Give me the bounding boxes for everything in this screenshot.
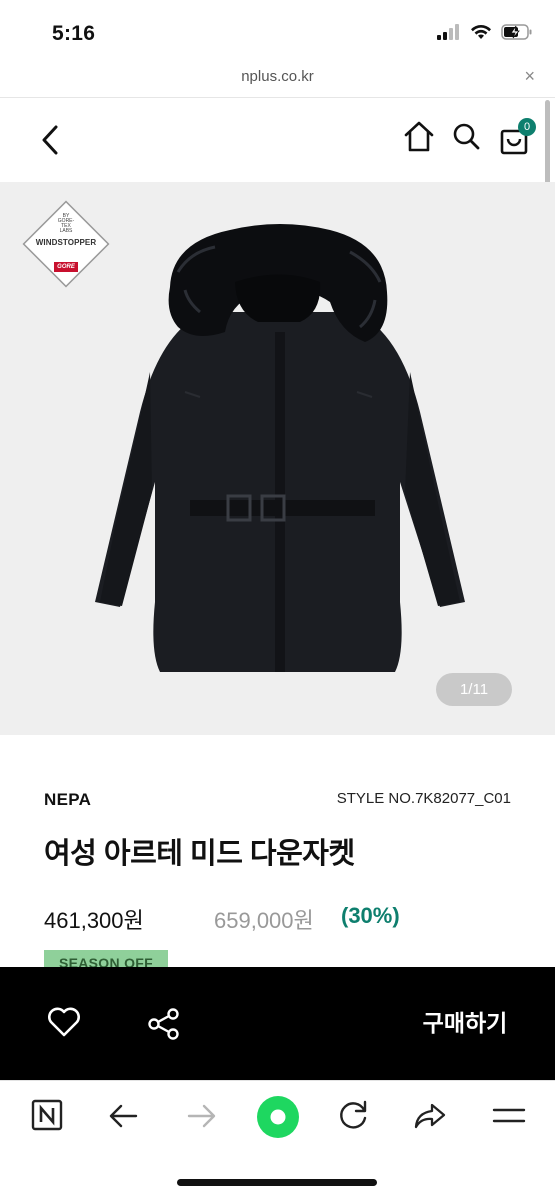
url-bar[interactable]: nplus.co.kr ×: [0, 58, 555, 98]
discount-rate: (30%): [341, 903, 400, 928]
home-button[interactable]: [403, 120, 435, 154]
image-counter: 1/11: [436, 673, 512, 706]
original-price: 659,000원: [214, 908, 314, 933]
sale-price: 461,300원: [44, 908, 144, 933]
search-button[interactable]: [451, 121, 481, 153]
home-indicator: [177, 1179, 377, 1186]
battery-charging-icon: [501, 24, 532, 40]
refresh-button[interactable]: [333, 1096, 373, 1136]
style-number: STYLE NO.7K82077_C01: [336, 790, 511, 807]
cellular-signal-icon: [437, 24, 459, 40]
share-icon: [148, 1008, 179, 1040]
brand-name[interactable]: NEPA: [44, 790, 91, 810]
product-image-carousel[interactable]: BY GORE-TEX LABS WINDSTOPPER GORE 1/11: [0, 182, 555, 735]
n-tabs-icon: [31, 1099, 63, 1131]
menu-icon: [492, 1108, 526, 1123]
gore-logo: GORE: [54, 262, 78, 272]
browser-green-button[interactable]: [255, 1094, 301, 1140]
forward-arrow-icon: [187, 1104, 216, 1128]
browser-share-button[interactable]: [410, 1096, 450, 1136]
cart-button[interactable]: 0: [498, 118, 538, 156]
green-dot-icon: [257, 1096, 299, 1138]
url-text[interactable]: nplus.co.kr: [0, 68, 555, 85]
share-button[interactable]: [146, 1007, 182, 1041]
chevron-left-icon: [42, 125, 58, 155]
refresh-icon: [340, 1100, 367, 1129]
badge-by-text: BY GORE-TEX LABS: [57, 213, 75, 234]
menu-button[interactable]: [489, 1096, 529, 1136]
home-icon: [404, 121, 434, 152]
back-button[interactable]: [36, 120, 66, 160]
buy-button[interactable]: 구매하기: [400, 1000, 530, 1046]
cart-count-badge: 0: [518, 118, 536, 136]
site-header: 0: [0, 98, 555, 182]
wifi-icon: [471, 24, 491, 39]
heart-icon: [48, 1007, 80, 1037]
close-icon[interactable]: ×: [524, 66, 535, 86]
status-time: 5:16: [52, 22, 96, 45]
browser-forward-button[interactable]: [181, 1096, 221, 1136]
status-icons: [437, 24, 533, 40]
badge-label: WINDSTOPPER: [35, 238, 97, 247]
browser-back-button[interactable]: [104, 1096, 144, 1136]
share-arrow-icon: [414, 1103, 446, 1129]
product-title: 여성 아르테 미드 다운자켓: [44, 838, 355, 870]
back-arrow-icon: [109, 1104, 138, 1128]
tabs-button[interactable]: [28, 1096, 68, 1136]
like-button[interactable]: [47, 1006, 81, 1038]
search-icon: [453, 123, 480, 150]
